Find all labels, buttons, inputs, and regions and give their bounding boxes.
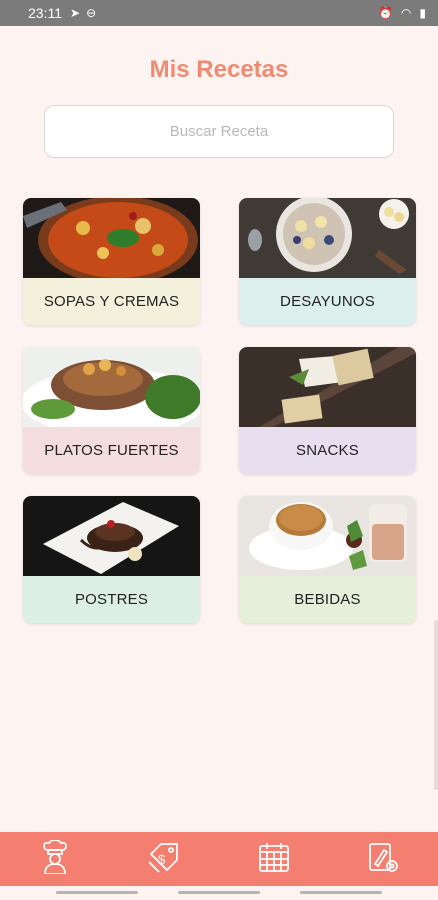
status-time: 23:11 [28, 5, 62, 21]
category-card-snacks[interactable]: SNACKS [239, 347, 416, 474]
category-label: POSTRES [23, 576, 200, 623]
calendar-icon [257, 840, 291, 879]
svg-text:$: $ [158, 852, 166, 867]
category-label: SOPAS Y CREMAS [23, 278, 200, 325]
battery-icon: ▮ [419, 6, 426, 20]
category-card-desayunos[interactable]: DESAYUNOS [239, 198, 416, 325]
category-card-bebidas[interactable]: BEBIDAS [239, 496, 416, 623]
platos-fuertes-image [23, 347, 200, 427]
category-label: PLATOS FUERTES [23, 427, 200, 474]
bebidas-image [239, 496, 416, 576]
nav-calendar-button[interactable] [249, 837, 299, 881]
nav-recipes-button[interactable] [30, 837, 80, 881]
page-title: Mis Recetas [149, 56, 289, 83]
sopas-image [23, 198, 200, 278]
category-card-platos-fuertes[interactable]: PLATOS FUERTES [23, 347, 200, 474]
search-input[interactable] [62, 123, 376, 140]
snacks-image [239, 347, 416, 427]
postres-image [23, 496, 200, 576]
do-not-disturb-icon: ⊖ [86, 6, 97, 20]
home-gesture-handle[interactable] [178, 891, 260, 894]
back-gesture-handle[interactable] [300, 891, 382, 894]
category-label: BEBIDAS [239, 576, 416, 623]
category-card-postres[interactable]: POSTRES [23, 496, 200, 623]
bottom-navigation: $ [0, 832, 438, 886]
nav-prices-button[interactable]: $ [139, 837, 189, 881]
settings-edit-icon [366, 840, 400, 879]
category-label: DESAYUNOS [239, 278, 416, 325]
recents-gesture-handle[interactable] [56, 891, 138, 894]
price-tag-icon: $ [147, 840, 181, 879]
wifi-icon: ◠ [400, 6, 412, 20]
nav-settings-button[interactable] [358, 837, 408, 881]
category-label: SNACKS [239, 427, 416, 474]
status-bar: 23:11 ➤ ⊖ ⏰ ◠ ▮ [0, 0, 438, 26]
system-gesture-area [0, 888, 438, 900]
scroll-indicator [434, 620, 438, 790]
search-box[interactable] [44, 105, 394, 158]
alarm-icon: ⏰ [377, 6, 393, 20]
category-card-sopas[interactable]: SOPAS Y CREMAS [23, 198, 200, 325]
desayunos-image [239, 198, 416, 278]
telegram-icon: ➤ [70, 6, 81, 20]
chef-icon [40, 838, 70, 879]
